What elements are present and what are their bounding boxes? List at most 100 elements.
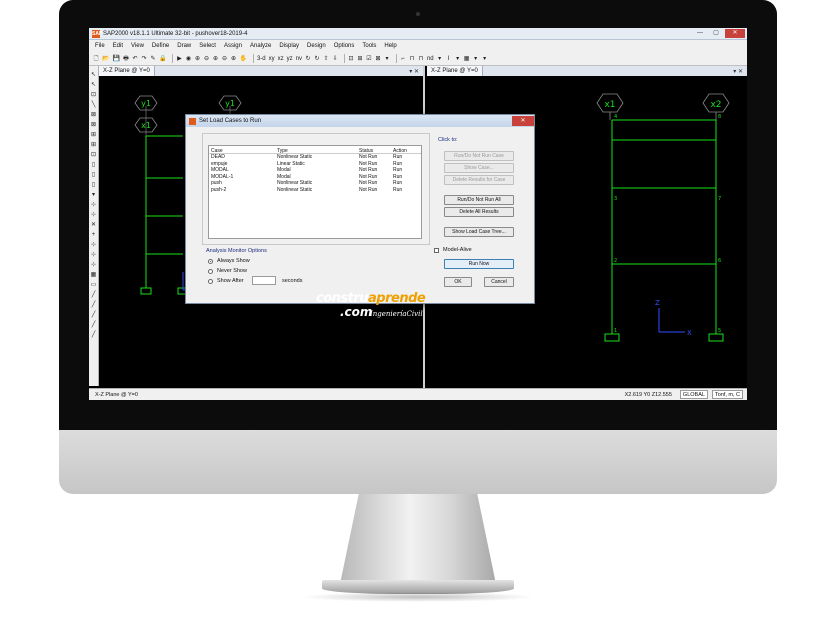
side-tool-icon[interactable]: ⊞ bbox=[91, 140, 96, 150]
toolbar-button-icon[interactable]: I bbox=[446, 56, 452, 62]
seconds-input[interactable] bbox=[252, 276, 276, 285]
toolbar-button-icon[interactable]: ▾ bbox=[384, 55, 390, 62]
coordinate-system-select[interactable]: GLOBAL bbox=[679, 390, 708, 399]
toolbar-button-icon[interactable]: ↻ bbox=[305, 55, 311, 62]
menu-analyze[interactable]: Analyze bbox=[250, 43, 271, 49]
toolbar-button-icon[interactable]: ⊓ bbox=[409, 55, 415, 62]
toolbar-button-icon[interactable]: xz bbox=[278, 56, 284, 62]
radio-button[interactable] bbox=[208, 268, 213, 274]
side-tool-icon[interactable]: ╲ bbox=[92, 100, 96, 110]
menu-view[interactable]: View bbox=[131, 43, 144, 49]
table-row[interactable]: push-2 Nonlinear Static Not Run Run bbox=[209, 187, 421, 194]
side-tool-icon[interactable]: ⊡ bbox=[91, 150, 96, 160]
toolbar-button-icon[interactable]: ⊠ bbox=[375, 55, 381, 62]
toolbar-button-icon[interactable]: ⊕ bbox=[212, 55, 218, 62]
side-tool-icon[interactable]: ╱ bbox=[92, 310, 96, 320]
radio-button[interactable] bbox=[208, 278, 213, 284]
side-tool-icon[interactable]: ▯ bbox=[92, 170, 95, 180]
toolbar-button-icon[interactable]: nv bbox=[296, 56, 302, 62]
toolbar-button-icon[interactable]: ↶ bbox=[132, 55, 138, 62]
units-select[interactable]: Tonf, m, C bbox=[711, 390, 743, 399]
toolbar-button-icon[interactable]: ⇧ bbox=[323, 55, 329, 62]
right-pane-controls[interactable]: ▾ ✕ bbox=[733, 68, 747, 75]
model-alive-checkbox-row[interactable]: Model-Alive bbox=[434, 247, 472, 253]
side-tool-icon[interactable]: ⊡ bbox=[91, 90, 96, 100]
toolbar-button-icon[interactable]: nd bbox=[427, 56, 434, 62]
toolbar-button-icon[interactable]: ▾ bbox=[482, 55, 488, 62]
run-do-not-run-case-button[interactable]: Run/Do Not Run Case bbox=[444, 151, 514, 161]
side-tool-icon[interactable]: ✕ bbox=[91, 220, 96, 230]
toolbar-button-icon[interactable]: ✋ bbox=[239, 55, 246, 62]
menu-display[interactable]: Display bbox=[279, 43, 299, 49]
menu-edit[interactable]: Edit bbox=[113, 43, 123, 49]
radio-show-after[interactable]: Show After bbox=[208, 278, 244, 284]
side-tool-icon[interactable]: ↖ bbox=[91, 70, 96, 80]
maximize-button[interactable]: ▢ bbox=[709, 29, 723, 38]
menu-options[interactable]: Options bbox=[334, 43, 355, 49]
dialog-close-button[interactable]: ✕ bbox=[512, 116, 534, 126]
side-tool-icon[interactable]: + bbox=[92, 230, 96, 240]
toolbar-button-icon[interactable]: 📂 bbox=[102, 55, 109, 62]
delete-results-for-case-button[interactable]: Delete Results for Case bbox=[444, 175, 514, 185]
side-tool-icon[interactable]: ⊹ bbox=[91, 260, 96, 270]
toolbar-button-icon[interactable]: ☑ bbox=[366, 55, 372, 62]
run-now-button[interactable]: Run Now bbox=[444, 259, 514, 269]
side-tool-icon[interactable]: ⊹ bbox=[91, 250, 96, 260]
toolbar-button-icon[interactable]: xy bbox=[269, 56, 275, 62]
toolbar-button-icon[interactable]: ◉ bbox=[185, 55, 191, 62]
toolbar-button-icon[interactable]: ⊖ bbox=[203, 55, 209, 62]
side-tool-icon[interactable]: ⊠ bbox=[91, 120, 96, 130]
side-tool-icon[interactable]: ▭ bbox=[91, 280, 97, 290]
toolbar-button-icon[interactable]: ⊓ bbox=[418, 55, 424, 62]
ok-button[interactable]: OK bbox=[444, 277, 472, 287]
radio-button-selected[interactable] bbox=[208, 258, 213, 264]
side-tool-icon[interactable]: ▯ bbox=[92, 160, 95, 170]
show-load-case-tree-button[interactable]: Show Load Case Tree... bbox=[444, 227, 514, 237]
model-alive-checkbox[interactable] bbox=[434, 247, 439, 253]
side-tool-icon[interactable]: ╱ bbox=[92, 300, 96, 310]
side-tool-icon[interactable]: ▾ bbox=[92, 190, 95, 200]
toolbar-button-icon[interactable]: ↷ bbox=[141, 55, 147, 62]
menu-assign[interactable]: Assign bbox=[224, 43, 242, 49]
side-tool-icon[interactable]: ▦ bbox=[91, 270, 97, 280]
toolbar-button-icon[interactable]: 🔒 bbox=[159, 55, 166, 62]
toolbar-button-icon[interactable]: ⌐ bbox=[400, 56, 406, 62]
toolbar-button-icon[interactable]: ▶ bbox=[176, 55, 182, 62]
toolbar-button-icon[interactable]: ↻ bbox=[314, 55, 320, 62]
menu-design[interactable]: Design bbox=[307, 43, 326, 49]
menu-tools[interactable]: Tools bbox=[362, 43, 376, 49]
toolbar-button-icon[interactable]: yz bbox=[287, 56, 293, 62]
toolbar-button-icon[interactable]: ⊞ bbox=[357, 55, 363, 62]
menu-draw[interactable]: Draw bbox=[177, 43, 191, 49]
toolbar-button-icon[interactable]: ⊡ bbox=[348, 55, 354, 62]
toolbar-button-icon[interactable]: ⇩ bbox=[332, 55, 338, 62]
menu-select[interactable]: Select bbox=[199, 43, 216, 49]
toolbar-button-icon[interactable]: ⊕ bbox=[194, 55, 200, 62]
cancel-button[interactable]: Cancel bbox=[484, 277, 514, 287]
side-tool-icon[interactable]: ╱ bbox=[92, 320, 96, 330]
side-tool-icon[interactable]: ⊞ bbox=[91, 130, 96, 140]
menu-help[interactable]: Help bbox=[384, 43, 396, 49]
side-tool-icon[interactable]: ⊹ bbox=[91, 200, 96, 210]
radio-never-show[interactable]: Never Show bbox=[208, 268, 247, 274]
toolbar-button-icon[interactable]: 3-d bbox=[257, 56, 266, 62]
load-cases-table[interactable]: Case Type Status Action DEAD Nonlinear St… bbox=[208, 145, 422, 239]
toolbar-button-icon[interactable]: ▾ bbox=[473, 55, 479, 62]
side-tool-icon[interactable]: ⊹ bbox=[91, 240, 96, 250]
toolbar-button-icon[interactable]: 🗋 bbox=[93, 54, 99, 64]
side-tool-icon[interactable]: ▯ bbox=[92, 180, 95, 190]
toolbar-button-icon[interactable]: ⊕ bbox=[230, 55, 236, 62]
toolbar-button-icon[interactable]: ▦ bbox=[464, 55, 470, 62]
toolbar-button-icon[interactable]: ▾ bbox=[437, 55, 443, 62]
menu-define[interactable]: Define bbox=[152, 43, 169, 49]
menu-file[interactable]: File bbox=[95, 43, 105, 49]
side-tool-icon[interactable]: ╱ bbox=[92, 330, 96, 340]
minimize-button[interactable]: — bbox=[693, 29, 707, 38]
side-tool-icon[interactable]: ⊹ bbox=[91, 210, 96, 220]
toolbar-button-icon[interactable]: 🖶 bbox=[123, 54, 129, 64]
delete-all-results-button[interactable]: Delete All Results bbox=[444, 207, 514, 217]
toolbar-button-icon[interactable]: 💾 bbox=[112, 55, 119, 62]
radio-always-show[interactable]: Always Show bbox=[208, 258, 250, 264]
toolbar-button-icon[interactable]: ⊖ bbox=[221, 55, 227, 62]
side-tool-icon[interactable]: ⊠ bbox=[91, 110, 96, 120]
